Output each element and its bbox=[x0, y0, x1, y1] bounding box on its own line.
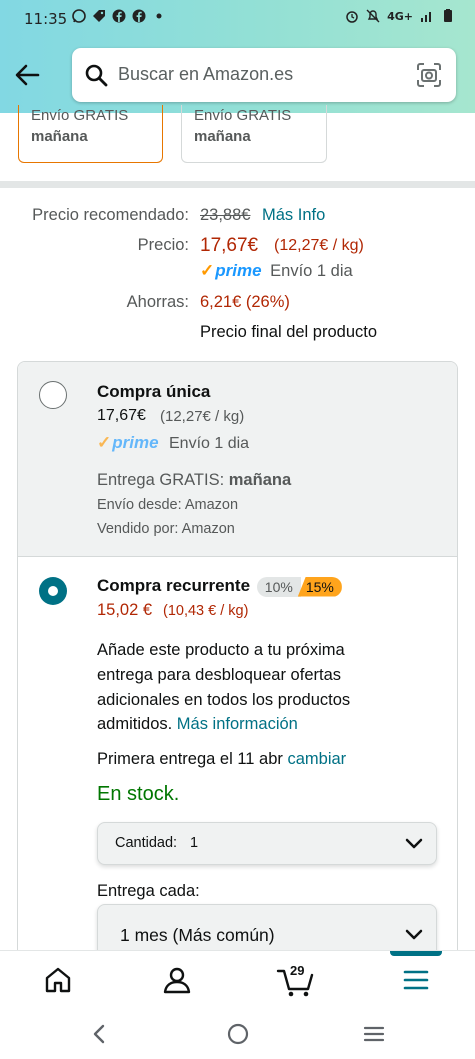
quantity-label: Cantidad: bbox=[115, 835, 178, 851]
active-tab-indicator bbox=[390, 951, 442, 956]
savings-value: 6,21€ (26%) bbox=[200, 293, 290, 311]
stock-status: En stock. bbox=[97, 783, 180, 805]
quantity-dropdown[interactable]: Cantidad: 1 bbox=[97, 822, 437, 865]
recurring-title: Compra recurrente bbox=[97, 576, 251, 595]
delivery-card-line1: Envío GRATIS bbox=[31, 107, 129, 124]
delivery-card-line2: mañana bbox=[31, 128, 88, 145]
recurring-description-line: admitidos. bbox=[97, 715, 173, 733]
facebook-icon bbox=[132, 9, 146, 23]
one-time-price: 17,67€ bbox=[97, 407, 146, 424]
recurring-price: 15,02 € bbox=[97, 601, 153, 619]
recurring-title-row: Compra recurrente 10% 15% bbox=[97, 576, 342, 597]
recommended-price-value: 23,88€ bbox=[200, 206, 251, 224]
section-divider bbox=[0, 181, 475, 188]
recurring-radio[interactable] bbox=[39, 577, 67, 605]
cart-button[interactable]: 29 bbox=[276, 963, 316, 997]
camera-search-icon[interactable] bbox=[416, 62, 442, 88]
ships-from: Envío desde: Amazon bbox=[97, 497, 239, 513]
prime-logo: ✓prime bbox=[200, 261, 262, 280]
price-value: 17,67€ bbox=[200, 235, 259, 256]
status-time: 11:35 bbox=[24, 10, 68, 28]
price-label: Precio: bbox=[137, 236, 189, 254]
one-time-purchase-option[interactable]: Compra única 17,67€ (12,27€ / kg) ✓prime… bbox=[18, 362, 457, 557]
one-time-title: Compra única bbox=[97, 382, 211, 401]
first-delivery-text: Primera entrega el 11 abr bbox=[97, 750, 283, 768]
one-time-unit-price: (12,27€ / kg) bbox=[160, 408, 245, 425]
notification-icons bbox=[72, 9, 166, 23]
recurring-description-last: admitidos. Más información bbox=[97, 715, 298, 734]
one-time-radio[interactable] bbox=[39, 381, 67, 409]
recommended-price-label: Precio recomendado: bbox=[32, 206, 189, 224]
network-type: 4G+ bbox=[387, 9, 413, 23]
first-delivery-row: Primera entrega el 11 abr cambiar bbox=[97, 750, 346, 769]
system-icons: 4G+ bbox=[345, 9, 455, 23]
alarm-icon bbox=[346, 11, 358, 23]
recurring-description-line: Añade este producto a tu próxima bbox=[97, 641, 345, 659]
prime-check-icon: ✓ bbox=[200, 261, 215, 280]
prime-shipping-row: ✓prime Envío 1 dia bbox=[200, 261, 460, 281]
more-information-link[interactable]: Más información bbox=[177, 715, 298, 733]
savings-label: Ahorras: bbox=[126, 293, 189, 311]
recurring-description-line: entrega para desbloquear ofertas bbox=[97, 666, 342, 684]
delivery-value: mañana bbox=[228, 471, 292, 489]
signal-icon bbox=[421, 12, 431, 22]
delivery-card[interactable]: Envío GRATIS mañana bbox=[181, 105, 327, 163]
dot-icon bbox=[156, 13, 162, 19]
prime-check-icon: ✓ bbox=[97, 433, 112, 452]
quantity-value: 1 bbox=[190, 835, 199, 851]
search-icon bbox=[85, 64, 108, 87]
tag-icon bbox=[93, 10, 105, 22]
frequency-label: Entrega cada: bbox=[97, 882, 200, 900]
one-time-prime-row: ✓prime Envío 1 dia bbox=[97, 433, 249, 453]
final-price-note: Precio final del producto bbox=[200, 323, 378, 341]
frequency-value: 1 mes (Más común) bbox=[120, 925, 275, 945]
delivery-card-line1: Envío GRATIS bbox=[194, 107, 292, 124]
search-input[interactable]: Buscar en Amazon.es bbox=[118, 64, 293, 85]
delivery-options-strip: Envío GRATIS mañana Envío GRATIS mañana bbox=[0, 105, 475, 183]
one-time-delivery: Entrega GRATIS: mañana bbox=[97, 471, 291, 490]
status-bar: 11:35 4G+ bbox=[0, 0, 475, 38]
system-recents-icon[interactable] bbox=[362, 1022, 386, 1046]
recurring-unit-price: (10,43 € / kg) bbox=[163, 603, 249, 619]
app-header: 11:35 4G+ Buscar en Amazon.es bbox=[0, 0, 475, 113]
shipping-time: Envío 1 dia bbox=[270, 262, 353, 280]
chevron-down-icon bbox=[405, 929, 423, 940]
change-date-link[interactable]: cambiar bbox=[287, 750, 346, 768]
delivery-label: Entrega GRATIS: bbox=[97, 471, 225, 489]
facebook-icon bbox=[112, 9, 126, 23]
system-navigation-bar bbox=[0, 1010, 475, 1059]
one-time-shipping: Envío 1 dia bbox=[169, 435, 250, 452]
delivery-card-line2: mañana bbox=[194, 128, 251, 145]
system-back-icon[interactable] bbox=[88, 1022, 112, 1046]
home-icon[interactable] bbox=[41, 963, 75, 997]
recurring-description-line: adicionales en todos los productos bbox=[97, 691, 351, 709]
system-home-icon[interactable] bbox=[226, 1022, 250, 1046]
search-bar[interactable]: Buscar en Amazon.es bbox=[72, 48, 456, 102]
chevron-down-icon bbox=[405, 838, 423, 849]
back-arrow-icon[interactable] bbox=[12, 60, 42, 90]
battery-icon bbox=[444, 9, 452, 22]
account-icon[interactable] bbox=[160, 963, 194, 997]
menu-icon[interactable] bbox=[399, 963, 433, 997]
cart-count: 29 bbox=[290, 963, 305, 978]
sold-by: Vendido por: Amazon bbox=[97, 521, 235, 537]
mute-bell-icon bbox=[366, 9, 380, 23]
discount-badge-10: 10% bbox=[256, 576, 301, 597]
whatsapp-icon bbox=[72, 9, 86, 23]
delivery-card[interactable]: Envío GRATIS mañana bbox=[18, 105, 163, 163]
more-info-link[interactable]: Más Info bbox=[262, 206, 325, 225]
prime-logo: ✓prime bbox=[97, 433, 159, 452]
bottom-navigation: 29 bbox=[0, 950, 475, 1010]
discount-badge-15: 15% bbox=[297, 576, 342, 597]
price-per-unit: (12,27€ / kg) bbox=[274, 237, 364, 254]
